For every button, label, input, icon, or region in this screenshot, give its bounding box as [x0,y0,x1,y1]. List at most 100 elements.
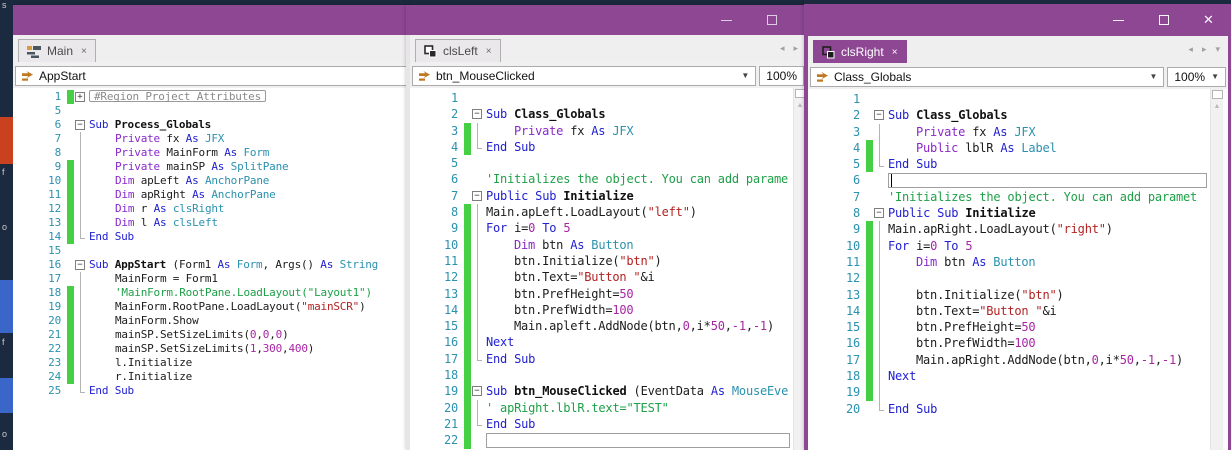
code-token: Class_Globals [916,108,1008,123]
code-text: End Sub [486,416,793,432]
line-number: 10 [443,237,458,252]
zoom-level-dropdown[interactable]: 100% [759,65,804,86]
tab-scroll-left-icon[interactable]: ◂ [1188,44,1193,55]
sub-selector-dropdown[interactable]: btn_MouseClicked ▼ [412,65,757,86]
window-body: clsLeft × ◂ ▸ btn_MouseClicked ▼ 100% 1 … [406,35,806,450]
code-line: 21 mainSP.SetSizeLimits(0,0,0) [13,328,410,342]
code-token: , [1133,352,1141,367]
changed-line-marker [464,350,471,368]
code-token: Button [591,237,634,252]
collapse-region-icon[interactable]: − [75,260,85,270]
chevron-down-icon[interactable]: ▼ [740,71,750,80]
line-number: 10 [845,238,860,253]
code-text [486,432,793,448]
code-line: 8 − Public Sub Initialize [808,205,1210,221]
tab-close-icon[interactable]: × [79,46,87,57]
changed-line-marker [464,106,471,122]
window-clsright: ✕ clsRight × ◂ ▸ ▾ Class_Globals ▼ 100% … [804,0,1231,450]
tab-scroll-left-icon[interactable]: ◂ [780,43,785,54]
code-line: 11 Dim btn As Button [808,253,1210,271]
minimize-button[interactable] [1096,4,1141,36]
maximize-button[interactable] [749,5,794,35]
line-number: 1 [450,91,458,105]
code-token: "btn" [1021,287,1057,302]
fold-margin [873,368,888,385]
collapse-region-icon[interactable]: − [472,109,482,120]
tab-close-icon[interactable]: × [890,47,898,58]
tab-close-icon[interactable]: × [484,46,492,57]
fold-margin [873,351,888,369]
tab-scroll-right-icon[interactable]: ▸ [1202,44,1207,55]
code-editor[interactable]: 1 2− Sub Class_Globals 3 Private fx As JFX 4 P… [808,89,1228,450]
code-line: 22 [410,432,793,449]
code-text: End Sub [89,384,410,398]
code-token: 50 [619,286,634,301]
line-number: 22 [48,342,61,355]
code-text: End Sub [888,401,1210,417]
titlebar-main[interactable] [8,5,410,35]
scroll-up-icon[interactable]: ▲ [1212,100,1223,113]
collapse-region-icon[interactable]: − [472,190,482,201]
code-line: 8 Main.apLeft.LoadLayout("left") [410,204,793,221]
code-token: As [710,384,732,399]
maximize-icon [766,15,777,25]
code-editor[interactable]: 1 2− Sub Class_Globals 3 Private fx As JFX 4 E… [410,88,806,450]
code-token: clsRight [172,202,225,215]
minimize-button[interactable] [704,5,749,35]
code-text: Main.apLeft.LoadLayout("left") [486,204,793,220]
line-number: 15 [48,244,61,257]
toolbar: AppStart [13,62,410,88]
tab-strip: clsLeft × ◂ ▸ [410,35,806,62]
background-red-block [0,117,13,164]
code-token: AppStart [114,258,167,271]
background-text-fragment: f [2,167,5,177]
code-editor[interactable]: 1 + #Region Project Attributes 5 6− Sub Proce… [13,88,410,450]
tab-main[interactable]: Main × [18,39,96,62]
sub-selector-dropdown[interactable]: Class_Globals ▼ [810,66,1165,87]
window-body: clsRight × ◂ ▸ ▾ Class_Globals ▼ 100% ▼ [804,36,1231,450]
code-line: 20 ' apRight.lblR.text="TEST" [410,399,793,417]
code-line: 12 btn.Text="Button "&i [410,269,793,286]
changed-line-marker [464,188,471,204]
collapse-region-icon[interactable]: − [472,386,482,397]
collapse-region-icon[interactable]: − [75,120,85,130]
close-button[interactable]: ✕ [1186,4,1231,36]
code-token: ) [1056,287,1064,302]
sub-selector-dropdown[interactable]: AppStart [15,65,408,86]
code-text: Private fx As JFX [888,124,1210,140]
changed-line-marker [67,342,74,356]
fold-margin [74,286,89,300]
tab-clsright[interactable]: clsRight × [813,40,907,63]
line-number: 4 [450,139,458,154]
fold-margin [74,230,89,244]
tab-scroll-right-icon[interactable]: ▸ [793,43,798,54]
code-line: 19 [808,384,1210,401]
tab-label: Main [47,44,74,58]
tab-nav-arrows: ◂ ▸ [780,43,806,54]
titlebar-clsleft[interactable] [406,5,806,35]
tab-clsleft[interactable]: clsLeft × [415,39,501,62]
code-text: End Sub [89,230,410,244]
chevron-down-icon[interactable]: ▼ [1211,72,1219,81]
maximize-button[interactable] [1141,4,1186,36]
expand-region-icon[interactable]: + [75,92,85,102]
zoom-level-dropdown[interactable]: 100% ▼ [1167,66,1226,87]
changed-line-marker [67,202,74,216]
fold-margin [873,286,888,304]
tab-scroll-down-icon[interactable]: ▾ [1215,44,1220,55]
collapse-region-icon[interactable]: − [874,110,884,121]
titlebar-clsright[interactable]: ✕ [804,4,1231,36]
chevron-down-icon[interactable]: ▼ [1148,72,1158,81]
code-token: Form [236,258,263,271]
code-token: Dim [916,254,945,269]
collapse-region-icon[interactable]: − [874,208,884,219]
line-number: 6 [852,173,860,188]
vertical-scrollbar[interactable]: ▲ [1210,89,1223,450]
code-token: apLeft [140,174,186,187]
code-token: Private [115,146,167,159]
code-line: 24 r.Initialize [13,370,410,384]
code-token: 300 [262,342,283,355]
editor-split-handle[interactable] [1211,90,1223,99]
fold-margin [873,221,888,238]
